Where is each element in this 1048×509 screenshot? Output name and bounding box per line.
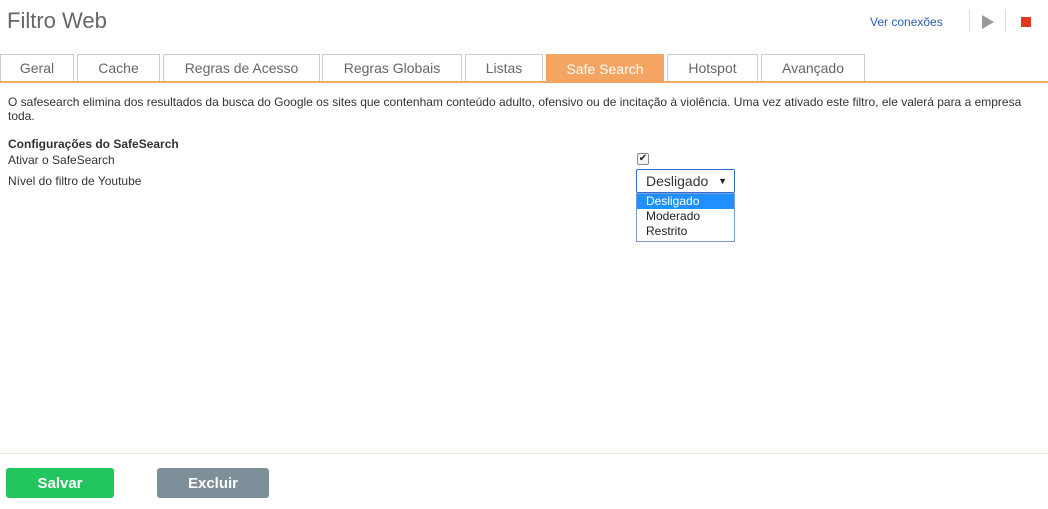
- tab-safe-search[interactable]: Safe Search: [546, 54, 664, 82]
- page-title: Filtro Web: [7, 8, 107, 33]
- delete-button[interactable]: Excluir: [157, 468, 269, 498]
- tab-cache[interactable]: Cache: [77, 54, 160, 81]
- chevron-down-icon: ▼: [718, 176, 727, 186]
- section-title: Configurações do SafeSearch: [8, 137, 179, 151]
- enable-safesearch-checkbox[interactable]: ✔: [637, 153, 649, 165]
- option-moderado[interactable]: Moderado: [637, 209, 734, 224]
- header-separator: [969, 10, 970, 32]
- option-restrito[interactable]: Restrito: [637, 224, 734, 239]
- footer-divider: [0, 453, 1048, 454]
- tab-regras-de-acesso[interactable]: Regras de Acesso: [163, 54, 320, 81]
- tab-hotspot[interactable]: Hotspot: [667, 54, 758, 81]
- youtube-filter-dropdown: Desligado Moderado Restrito: [636, 193, 735, 242]
- tab-bar: Geral Cache Regras de Acesso Regras Glob…: [0, 54, 1048, 83]
- tab-avancado[interactable]: Avançado: [761, 54, 865, 81]
- select-value: Desligado: [646, 173, 709, 189]
- view-connections-link[interactable]: Ver conexões: [870, 15, 943, 29]
- tab-regras-globais[interactable]: Regras Globais: [322, 54, 462, 81]
- enable-safesearch-label: Ativar o SafeSearch: [8, 153, 115, 167]
- save-button[interactable]: Salvar: [6, 468, 114, 498]
- option-desligado[interactable]: Desligado: [637, 194, 734, 209]
- play-icon[interactable]: [982, 15, 994, 29]
- checkmark-icon: ✔: [638, 153, 648, 164]
- description-text: O safesearch elimina dos resultados da b…: [8, 95, 1022, 123]
- tab-geral[interactable]: Geral: [0, 54, 74, 81]
- tab-listas[interactable]: Listas: [465, 54, 543, 81]
- stop-icon[interactable]: [1021, 17, 1031, 27]
- youtube-filter-label: Nível do filtro de Youtube: [8, 174, 142, 188]
- header-separator: [1005, 10, 1006, 32]
- youtube-filter-select[interactable]: Desligado ▼: [636, 169, 735, 193]
